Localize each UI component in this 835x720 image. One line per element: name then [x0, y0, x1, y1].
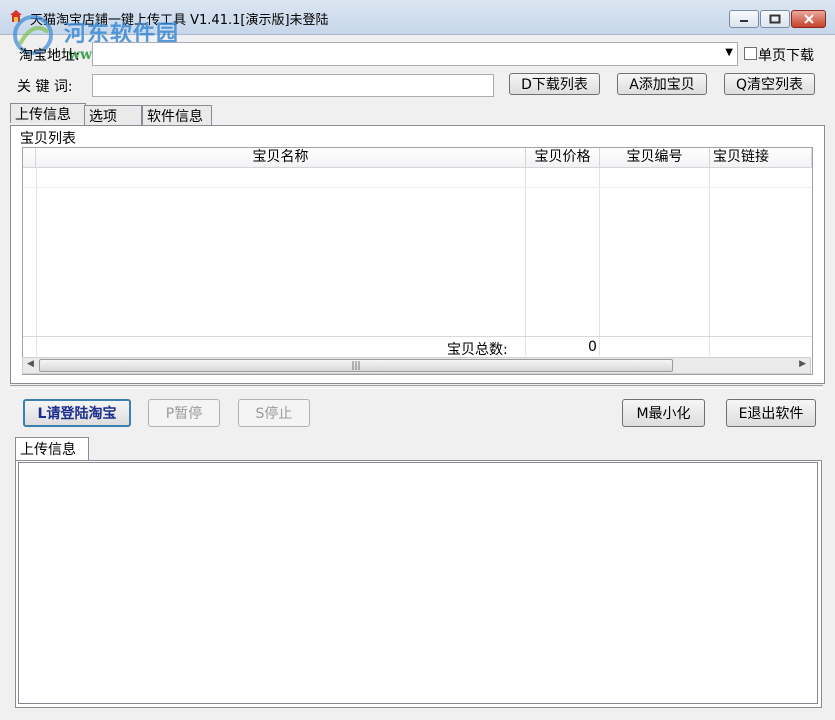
clear-list-button[interactable]: Q清空列表: [724, 73, 815, 95]
minimize-icon: [740, 20, 748, 22]
pause-button[interactable]: P暂停: [148, 399, 220, 427]
minimize-app-button[interactable]: M最小化: [622, 399, 705, 427]
download-list-button[interactable]: D下载列表: [509, 73, 600, 95]
tab-upload-info[interactable]: 上传信息: [10, 103, 86, 123]
column-header-id[interactable]: 宝贝编号: [600, 148, 710, 168]
row-header-corner: [23, 148, 36, 168]
grid-line: [525, 168, 526, 356]
log-textarea[interactable]: [18, 462, 818, 704]
minimize-window-button[interactable]: [729, 10, 759, 28]
column-header-price[interactable]: 宝贝价格: [526, 148, 600, 168]
total-items-label: 宝贝总数:: [447, 342, 508, 358]
scroll-left-icon[interactable]: ◀: [27, 359, 34, 369]
item-table[interactable]: 宝贝名称 宝贝价格 宝贝编号 宝贝链接 宝贝总数: 0: [22, 147, 813, 375]
tab-label: 软件信息: [147, 108, 203, 125]
column-header-name[interactable]: 宝贝名称: [36, 148, 526, 168]
add-item-button[interactable]: A添加宝贝: [617, 73, 707, 95]
maximize-icon: [769, 14, 781, 24]
tab-software-info[interactable]: 软件信息: [142, 105, 212, 125]
tab-log-upload-info[interactable]: 上传信息: [15, 437, 89, 460]
item-list-label: 宝贝列表: [20, 131, 76, 147]
address-combobox[interactable]: ▼: [92, 42, 738, 66]
address-label: 淘宝地址:: [19, 48, 80, 64]
grid-line: [709, 168, 710, 356]
divider: [10, 385, 823, 389]
horizontal-scrollbar[interactable]: ◀ ||| ▶: [22, 357, 811, 374]
grip-icon: |||: [351, 360, 361, 371]
login-button[interactable]: L请登陆淘宝: [23, 399, 131, 427]
chevron-down-icon[interactable]: ▼: [725, 47, 733, 58]
close-window-button[interactable]: [791, 10, 826, 28]
grid-line: [36, 168, 37, 356]
keyword-label: 关 键 词:: [17, 79, 73, 95]
tab-label: 上传信息: [15, 106, 71, 123]
column-header-link[interactable]: 宝贝链接: [710, 148, 812, 168]
tab-label: 上传信息: [20, 442, 76, 458]
close-icon: [803, 14, 814, 24]
tab-options[interactable]: 选项: [84, 105, 142, 125]
maximize-window-button[interactable]: [760, 10, 790, 28]
grid-line: [599, 168, 600, 356]
total-items-value: 0: [588, 339, 597, 355]
scroll-right-icon[interactable]: ▶: [799, 359, 806, 369]
keyword-input[interactable]: [92, 74, 494, 97]
grid-footer-line: [23, 336, 812, 337]
tab-label: 选项: [89, 108, 117, 125]
stop-button[interactable]: S停止: [238, 399, 310, 427]
grid-row-line: [23, 187, 812, 188]
single-page-checkbox[interactable]: [744, 47, 757, 60]
scrollbar-thumb[interactable]: |||: [39, 359, 673, 372]
exit-app-button[interactable]: E退出软件: [726, 399, 816, 427]
single-page-label: 单页下载: [758, 48, 814, 64]
